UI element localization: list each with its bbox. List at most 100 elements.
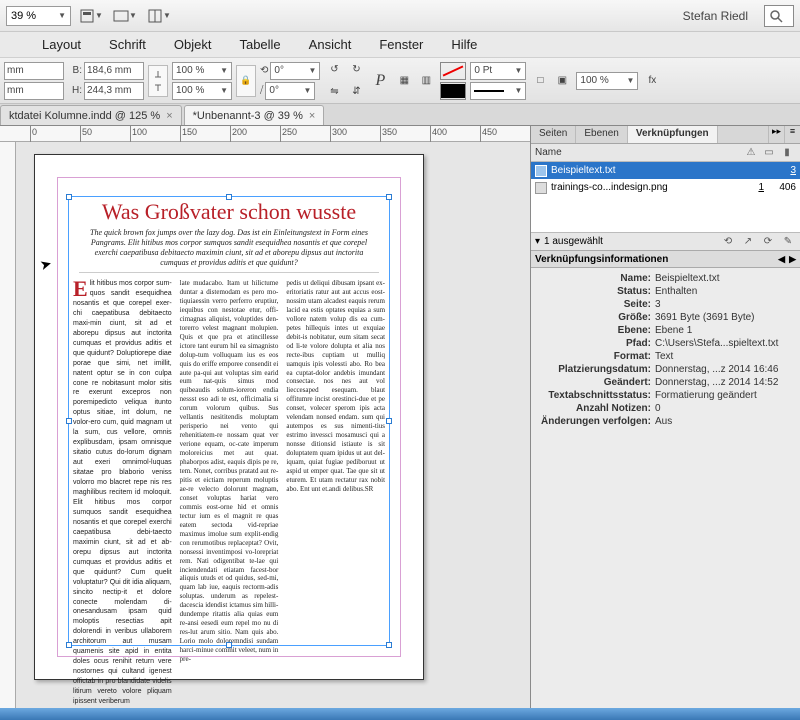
y-unit-field[interactable]: mm [4, 82, 64, 100]
view-options-button[interactable]: ▼ [77, 4, 105, 28]
info-value: C:\Users\Stefa...spieltext.txt [655, 338, 796, 349]
info-value: Aus [655, 416, 796, 427]
zoom-level-dropdown[interactable]: 39 %▼ [6, 6, 71, 26]
x-unit-field[interactable]: mm [4, 62, 64, 80]
scale-lock-button[interactable]: 🔒 [236, 65, 256, 97]
links-panel: Seiten Ebenen Verknüpfungen ▸▸ ≡ Name ⚠ … [530, 126, 800, 720]
info-key: Textabschnittsstatus: [535, 390, 655, 401]
opacity-field[interactable]: 100 %▼ [576, 72, 638, 90]
resize-handle[interactable] [226, 642, 232, 648]
resize-handle[interactable] [386, 194, 392, 200]
shear-field[interactable]: 0°▼ [265, 82, 315, 100]
document-canvas[interactable]: 050100150200250300350400450500 Was Großv… [0, 126, 530, 720]
scale-x-field[interactable]: 100 %▼ [172, 62, 232, 80]
info-row: Größe:3691 Byte (3691 Byte) [535, 311, 796, 324]
flip-v-button[interactable]: ⇵ [346, 82, 366, 102]
edit-original-button[interactable]: ✎ [780, 235, 796, 249]
image-file-icon [535, 182, 547, 194]
rotate-ccw-button[interactable]: ↺ [324, 60, 344, 80]
menu-edit[interactable] [4, 41, 24, 49]
stroke-swatch[interactable] [440, 82, 466, 100]
link-row[interactable]: trainings-co...indesign.png 1 406 [531, 179, 800, 196]
width-label: B: [68, 65, 82, 76]
count-column-icon[interactable]: ▮ [778, 147, 796, 158]
link-row-selected[interactable]: Beispieltext.txt 3 [531, 162, 800, 179]
info-key: Pfad: [535, 338, 655, 349]
chevron-down-icon[interactable]: ▾ [535, 236, 540, 247]
stroke-weight-field[interactable]: 0 Pt▼ [470, 62, 526, 80]
text-file-icon [535, 165, 547, 177]
warning-column-icon[interactable]: ⚠ [742, 147, 760, 158]
resize-handle[interactable] [66, 642, 72, 648]
search-input[interactable] [764, 5, 794, 27]
doctab-kolumne[interactable]: ktdatei Kolumne.indd @ 125 %× [0, 105, 182, 125]
relink-button[interactable]: ⟲ [720, 235, 736, 249]
fx-button[interactable]: fx [642, 71, 662, 91]
resize-handle[interactable] [386, 418, 392, 424]
resize-handle[interactable] [66, 418, 72, 424]
tab-verknuepfungen[interactable]: Verknüpfungen [628, 126, 718, 143]
page-column-icon[interactable]: ▭ [760, 147, 778, 158]
link-info-header[interactable]: Verknüpfungsinformationen ◀ ▶ [531, 250, 800, 268]
menu-layout[interactable]: Layout [32, 33, 91, 56]
info-key: Anzahl Notizen: [535, 403, 655, 414]
paragraph-style-button[interactable]: P [370, 71, 390, 91]
menu-hilfe[interactable]: Hilfe [441, 33, 487, 56]
info-value: 0 [655, 403, 796, 414]
info-key: Status: [535, 286, 655, 297]
menu-objekt[interactable]: Objekt [164, 33, 222, 56]
rotate-cw-button[interactable]: ↻ [346, 60, 366, 80]
width-field[interactable]: 184,6 mm [84, 62, 144, 80]
control-bar: mm mm B:184,6 mm H:244,3 mm 100 %▼ 100 %… [0, 58, 800, 104]
resize-handle[interactable] [66, 194, 72, 200]
effects-button[interactable]: □ [530, 71, 550, 91]
resize-handle[interactable] [386, 642, 392, 648]
text-frame-selected[interactable]: Was Großvater schon wusste The quick bro… [68, 196, 390, 646]
page: Was Großvater schon wusste The quick bro… [34, 154, 424, 680]
info-key: Geändert: [535, 377, 655, 388]
height-label: H: [68, 85, 82, 96]
info-row: Pfad:C:\Users\Stefa...spieltext.txt [535, 337, 796, 350]
horizontal-ruler[interactable]: 050100150200250300350400450500 [0, 126, 530, 142]
container-align-button[interactable]: ▦ [394, 71, 414, 91]
main-menubar: Layout Schrift Objekt Tabelle Ansicht Fe… [0, 32, 800, 58]
fill-swatch[interactable] [440, 62, 466, 80]
goto-link-button[interactable]: ↗ [740, 235, 756, 249]
prev-link-button[interactable]: ◀ [778, 254, 785, 265]
next-link-button[interactable]: ▶ [789, 254, 796, 265]
menu-fenster[interactable]: Fenster [369, 33, 433, 56]
rotation-field[interactable]: 0°▼ [270, 62, 320, 80]
tab-ebenen[interactable]: Ebenen [576, 126, 627, 143]
links-status-bar: ▾ 1 ausgewählt ⟲ ↗ ⟳ ✎ [531, 232, 800, 250]
height-field[interactable]: 244,3 mm [84, 82, 144, 100]
links-list-header: Name ⚠ ▭ ▮ [531, 144, 800, 162]
links-list[interactable]: Beispieltext.txt 3 trainings-co...indesi… [531, 162, 800, 232]
constrain-proportions-button[interactable] [148, 65, 168, 97]
flip-h-button[interactable]: ⇋ [324, 82, 344, 102]
menu-tabelle[interactable]: Tabelle [229, 33, 290, 56]
collapse-icon[interactable]: ▸▸ [768, 126, 784, 143]
info-row: Ebene:Ebene 1 [535, 324, 796, 337]
windows-taskbar[interactable] [0, 708, 800, 720]
wrap-button[interactable]: ▣ [552, 71, 572, 91]
close-icon[interactable]: × [309, 110, 315, 122]
scale-y-field[interactable]: 100 %▼ [172, 82, 232, 100]
menu-schrift[interactable]: Schrift [99, 33, 156, 56]
content-align-button[interactable]: ▥ [416, 71, 436, 91]
doctab-unbenannt[interactable]: *Unbenannt-3 @ 39 %× [184, 105, 325, 125]
panel-menu-icon[interactable]: ≡ [784, 126, 800, 143]
stroke-style-field[interactable]: ▼ [470, 82, 526, 100]
app-topbar: 39 %▼ ▼ ▼ ▼ Stefan Riedl [0, 0, 800, 32]
vertical-ruler[interactable] [0, 142, 16, 720]
update-link-button[interactable]: ⟳ [760, 235, 776, 249]
shear-icon: ⧸ [260, 85, 263, 96]
column-name-header[interactable]: Name [535, 147, 562, 158]
arrange-button[interactable]: ▼ [145, 4, 173, 28]
tab-seiten[interactable]: Seiten [531, 126, 576, 143]
screen-mode-button[interactable]: ▼ [111, 4, 139, 28]
info-value: Text [655, 351, 796, 362]
close-icon[interactable]: × [166, 110, 172, 122]
selection-count-label: 1 ausgewählt [544, 236, 603, 247]
menu-ansicht[interactable]: Ansicht [299, 33, 362, 56]
resize-handle[interactable] [226, 194, 232, 200]
